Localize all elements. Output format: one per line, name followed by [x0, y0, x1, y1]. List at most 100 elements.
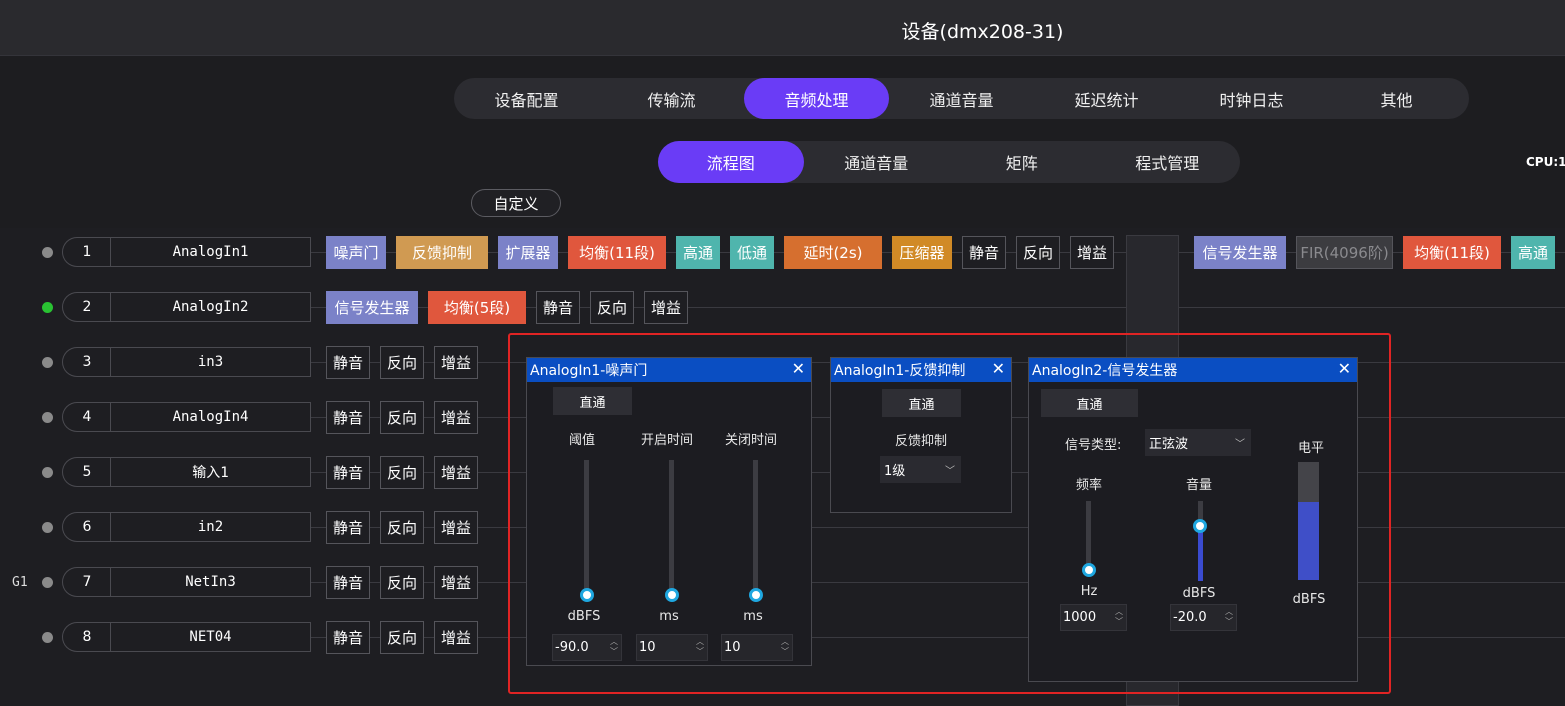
channel-number[interactable]: 2 — [62, 292, 111, 322]
channel-status-dot — [42, 467, 53, 478]
volume-slider-handle[interactable] — [1193, 519, 1207, 533]
stepper-arrows-icon[interactable]: ︿ ﹀ — [696, 637, 704, 657]
module-block[interactable]: 静音 — [326, 621, 370, 654]
module-block[interactable]: 增益 — [434, 566, 478, 599]
close-icon[interactable]: ✕ — [1338, 359, 1351, 378]
module-block[interactable]: 增益 — [434, 621, 478, 654]
module-block[interactable]: 静音 — [326, 401, 370, 434]
module-block[interactable]: 增益 — [644, 291, 688, 324]
top-tab-2[interactable]: 音频处理 — [744, 78, 889, 119]
top-tab-0[interactable]: 设备配置 — [454, 78, 599, 119]
module-block[interactable]: 静音 — [326, 511, 370, 544]
channel-number[interactable]: 7 — [62, 567, 111, 597]
sub-tab-2[interactable]: 矩阵 — [949, 141, 1095, 183]
module-block[interactable]: FIR(4096阶) — [1296, 236, 1393, 269]
module-block[interactable]: 反向 — [380, 621, 424, 654]
feedback-level-select[interactable]: 1级 ﹀ — [880, 456, 961, 483]
top-tab-3[interactable]: 通道音量 — [889, 78, 1034, 119]
channel-name[interactable]: AnalogIn4 — [110, 402, 311, 432]
module-block[interactable]: 均衡(11段) — [568, 236, 666, 269]
module-block[interactable]: 增益 — [434, 511, 478, 544]
module-block[interactable]: 反向 — [590, 291, 634, 324]
bypass-button[interactable]: 直通 — [553, 387, 632, 415]
module-block[interactable]: 静音 — [326, 456, 370, 489]
channel-name[interactable]: NetIn3 — [110, 567, 311, 597]
close-icon[interactable]: ✕ — [792, 359, 805, 378]
channel-number[interactable]: 1 — [62, 237, 111, 267]
module-block[interactable]: 高通 — [1511, 236, 1555, 269]
module-block[interactable]: 扩展器 — [498, 236, 558, 269]
top-tab-4[interactable]: 延迟统计 — [1034, 78, 1179, 119]
channel-name[interactable]: AnalogIn2 — [110, 292, 311, 322]
top-tab-1[interactable]: 传输流 — [599, 78, 744, 119]
bypass-button[interactable]: 直通 — [882, 389, 961, 417]
module-block[interactable]: 静音 — [536, 291, 580, 324]
slider-track[interactable] — [669, 460, 674, 595]
panel-title: AnalogIn1-反馈抑制 — [834, 363, 966, 379]
volume-value: -20.0 — [1173, 610, 1207, 625]
module-block[interactable]: 高通 — [676, 236, 720, 269]
slider-handle[interactable] — [749, 588, 763, 602]
module-block[interactable]: 静音 — [326, 566, 370, 599]
channel-number[interactable]: 5 — [62, 457, 111, 487]
volume-input[interactable]: -20.0 ︿ ﹀ — [1170, 604, 1237, 631]
channel-number[interactable]: 3 — [62, 347, 111, 377]
custom-button[interactable]: 自定义 — [471, 189, 561, 217]
module-block[interactable]: 延时(2s) — [784, 236, 882, 269]
module-block[interactable]: 静音 — [962, 236, 1006, 269]
channel-number[interactable]: 8 — [62, 622, 111, 652]
channel-name[interactable]: AnalogIn1 — [110, 237, 311, 267]
slider-value-input[interactable]: -90.0 ︿ ﹀ — [552, 634, 622, 661]
module-block[interactable]: 反向 — [380, 511, 424, 544]
module-block[interactable]: 反向 — [380, 346, 424, 379]
signal-type-select[interactable]: 正弦波 ﹀ — [1145, 429, 1251, 456]
module-block[interactable]: 低通 — [730, 236, 774, 269]
module-block[interactable]: 增益 — [434, 346, 478, 379]
feedback-label: 反馈抑制 — [894, 434, 947, 449]
slider-track[interactable] — [584, 460, 589, 595]
frequency-input[interactable]: 1000 ︿ ﹀ — [1060, 604, 1127, 631]
module-block[interactable]: 信号发生器 — [1194, 236, 1286, 269]
slider-track[interactable] — [753, 460, 758, 595]
slider-value-input[interactable]: 10 ︿ ﹀ — [721, 634, 793, 661]
stepper-arrows-icon[interactable]: ︿ ﹀ — [781, 637, 789, 657]
module-block[interactable]: 增益 — [1070, 236, 1114, 269]
module-block[interactable]: 均衡(11段) — [1403, 236, 1501, 269]
bypass-button[interactable]: 直通 — [1041, 389, 1138, 417]
close-icon[interactable]: ✕ — [992, 359, 1005, 378]
top-tab-6[interactable]: 其他 — [1324, 78, 1469, 119]
meter-unit: dBFS — [1292, 592, 1326, 607]
frequency-slider-handle[interactable] — [1082, 563, 1096, 577]
module-block[interactable]: 压缩器 — [892, 236, 952, 269]
slider-handle[interactable] — [580, 588, 594, 602]
slider-value: 10 — [639, 640, 656, 655]
channel-name[interactable]: in2 — [110, 512, 311, 542]
stepper-arrows-icon[interactable]: ︿ ﹀ — [1115, 607, 1123, 627]
channel-number[interactable]: 4 — [62, 402, 111, 432]
frequency-slider-track[interactable] — [1086, 501, 1091, 571]
channel-number[interactable]: 6 — [62, 512, 111, 542]
module-block[interactable]: 信号发生器 — [326, 291, 418, 324]
channel-name[interactable]: 输入1 — [110, 457, 311, 487]
slider-value-input[interactable]: 10 ︿ ﹀ — [636, 634, 708, 661]
module-block[interactable]: 反向 — [1016, 236, 1060, 269]
top-tab-5[interactable]: 时钟日志 — [1179, 78, 1324, 119]
stepper-arrows-icon[interactable]: ︿ ﹀ — [610, 637, 618, 657]
module-block[interactable]: 均衡(5段) — [428, 291, 526, 324]
sub-tab-3[interactable]: 程式管理 — [1095, 141, 1241, 183]
module-block[interactable]: 增益 — [434, 456, 478, 489]
stepper-arrows-icon[interactable]: ︿ ﹀ — [1225, 607, 1233, 627]
module-block[interactable]: 增益 — [434, 401, 478, 434]
module-block[interactable]: 反向 — [380, 401, 424, 434]
slider-handle[interactable] — [665, 588, 679, 602]
channel-status-dot — [42, 577, 53, 588]
module-block[interactable]: 反向 — [380, 456, 424, 489]
channel-name[interactable]: NET04 — [110, 622, 311, 652]
channel-name[interactable]: in3 — [110, 347, 311, 377]
module-block[interactable]: 反馈抑制 — [396, 236, 488, 269]
module-block[interactable]: 反向 — [380, 566, 424, 599]
sub-tab-1[interactable]: 通道音量 — [804, 141, 950, 183]
module-block[interactable]: 噪声门 — [326, 236, 386, 269]
sub-tab-0[interactable]: 流程图 — [658, 141, 804, 183]
module-block[interactable]: 静音 — [326, 346, 370, 379]
